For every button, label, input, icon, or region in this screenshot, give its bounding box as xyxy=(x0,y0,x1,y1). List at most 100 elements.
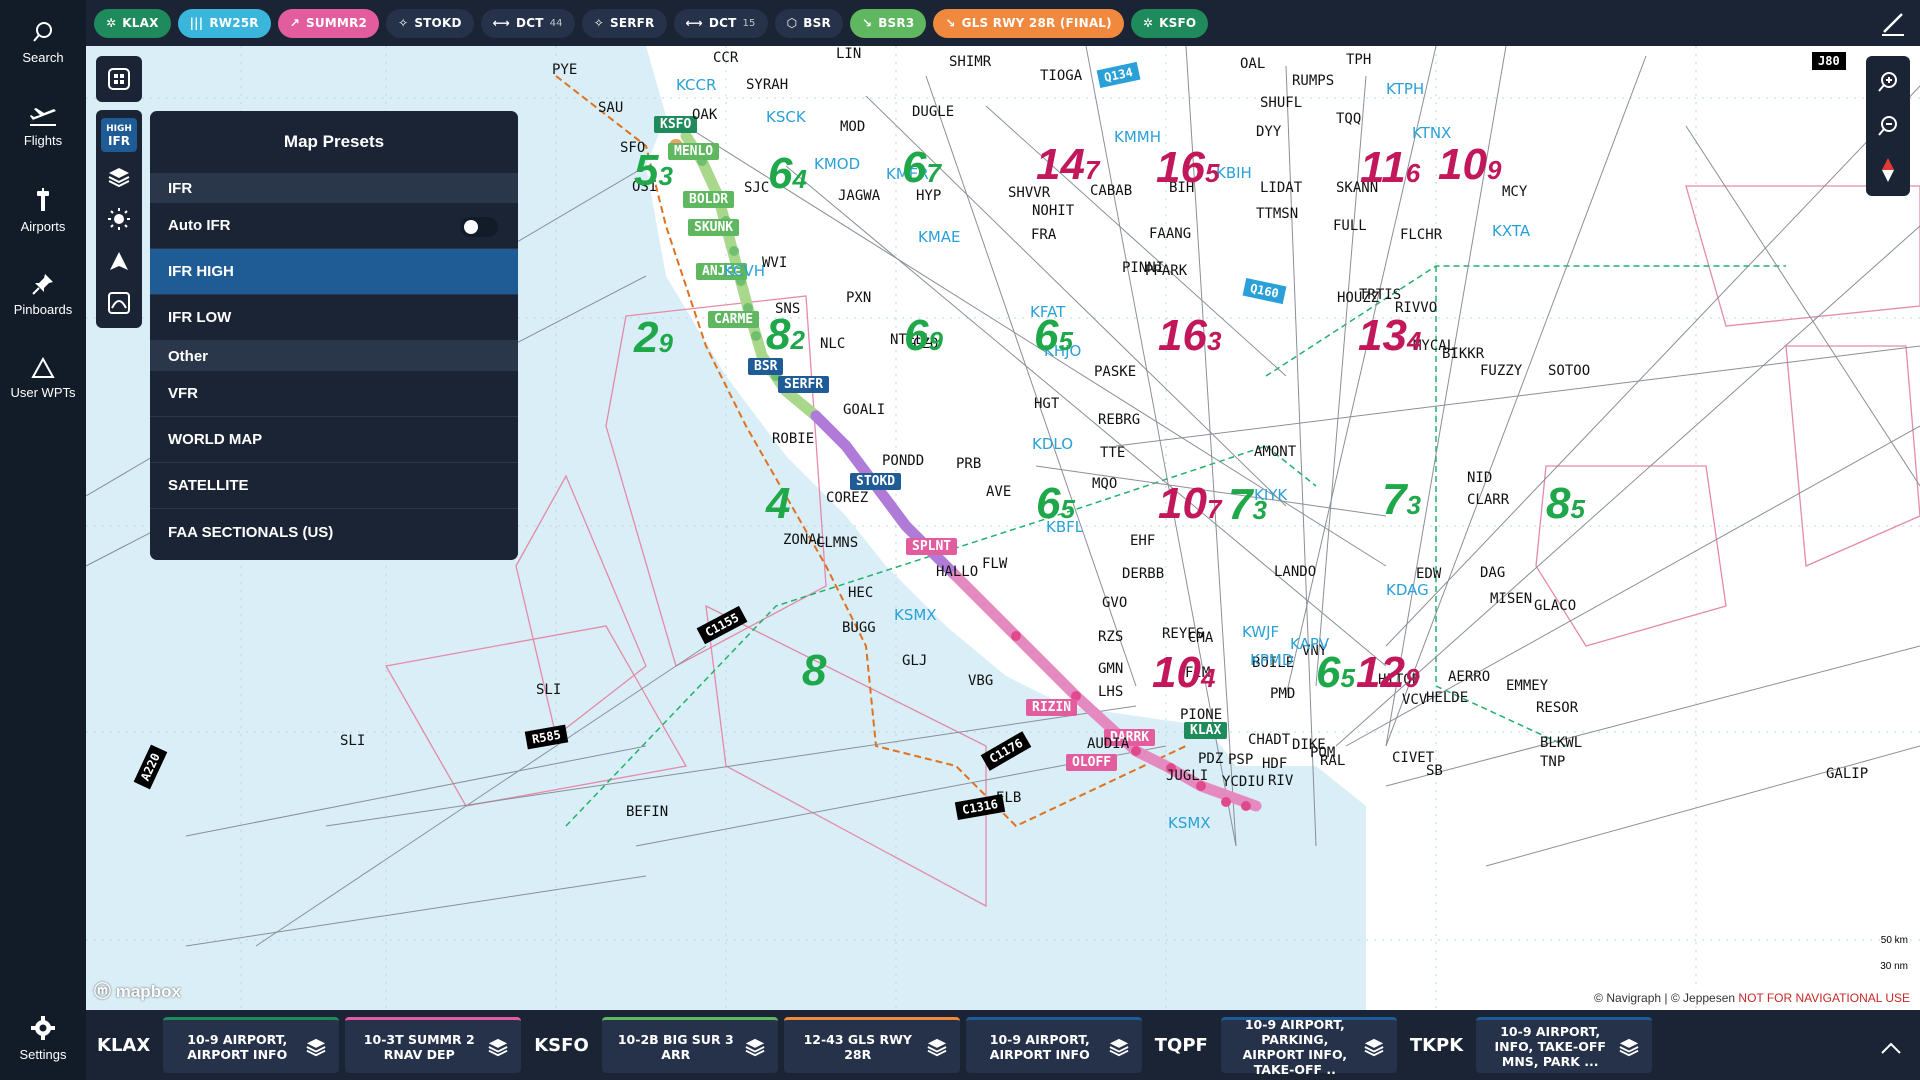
fix-label: DERBB xyxy=(1122,566,1165,582)
chart-card[interactable]: 10-9 AIRPORT, INFO, TAKE-OFF MNS, PARK .… xyxy=(1476,1017,1653,1073)
fix-label: LHS xyxy=(1098,684,1124,700)
preset-faa-sectionals[interactable]: FAA SECTIONALS (US) xyxy=(150,509,518,555)
route-chip[interactable]: ⟷ DCT 15 xyxy=(673,8,768,38)
fix-label: PASKE xyxy=(1094,364,1137,380)
preset-world-map[interactable]: WORLD MAP xyxy=(150,417,518,463)
mef-value: 163 xyxy=(1158,314,1221,363)
route-chip[interactable]: ✲ KSFO xyxy=(1130,8,1209,38)
route-line-button[interactable] xyxy=(96,282,142,324)
chart-card[interactable]: 10-3T SUMMR 2 RNAV DEP xyxy=(345,1017,522,1073)
chart-card[interactable]: 10-2B BIG SUR 3 ARR xyxy=(601,1017,778,1073)
layers-icon[interactable] xyxy=(1616,1034,1642,1060)
airport-label: KMAE xyxy=(918,228,961,246)
fix-label: PDZ xyxy=(1198,751,1224,767)
airport-label: KDAG xyxy=(1386,581,1429,599)
mef-hundreds: 3 xyxy=(1406,490,1421,520)
auto-ifr-toggle[interactable] xyxy=(460,217,498,237)
vor-icon: ⬡ xyxy=(786,16,798,30)
mef-thousands: 6 xyxy=(904,311,929,360)
map-widgets-button[interactable] xyxy=(96,56,142,102)
fix-label: WVI xyxy=(762,255,788,271)
settings-button[interactable]: Settings xyxy=(0,996,86,1080)
route-chip[interactable]: ⟷ DCT 44 xyxy=(480,8,575,38)
route-chip[interactable]: ✲ KLAX xyxy=(94,8,171,38)
chart-airport-code[interactable]: KLAX xyxy=(90,1035,157,1056)
direct-icon: ⟷ xyxy=(685,16,703,30)
preset-vfr[interactable]: VFR xyxy=(150,371,518,417)
chart-card[interactable]: 12-43 GLS RWY 28R xyxy=(783,1017,960,1073)
mef-value: 65 xyxy=(1036,482,1075,531)
chart-airport-code[interactable]: TKPK xyxy=(1403,1035,1470,1056)
fix-label: FLCHR xyxy=(1400,227,1443,243)
layers-icon[interactable] xyxy=(485,1034,511,1060)
orientation-button[interactable] xyxy=(96,240,142,282)
layers-icon[interactable] xyxy=(924,1034,950,1060)
route-waypoint-tag: SKUNK xyxy=(688,219,740,236)
route-chip[interactable]: ||| RW25R xyxy=(177,8,271,38)
route-chip[interactable]: ✧ STOKD xyxy=(386,8,474,38)
brightness-button[interactable] xyxy=(96,198,142,240)
chart-card[interactable]: 10-9 AIRPORT, AIRPORT INFO xyxy=(163,1017,340,1073)
route-chip[interactable]: ⬡ BSR xyxy=(774,8,843,38)
chart-card[interactable]: 10-9 AIRPORT, PARKING, AIRPORT INFO, TAK… xyxy=(1220,1017,1397,1077)
layers-icon[interactable] xyxy=(1361,1034,1387,1060)
chart-airport-code[interactable]: TQPF xyxy=(1148,1035,1215,1056)
mef-hundreds: 3 xyxy=(1252,495,1267,525)
attribution-jeppesen: | © Jeppesen xyxy=(1664,991,1736,1005)
compass-button[interactable] xyxy=(1866,148,1910,192)
fix-label: MQO xyxy=(1092,476,1118,492)
mapbox-logo: ⓜ mapbox xyxy=(94,982,181,1001)
fix-label: COREZ xyxy=(826,490,869,506)
preset-ifr-high[interactable]: IFR HIGH xyxy=(150,249,518,295)
preset-auto-ifr[interactable]: Auto IFR xyxy=(150,203,518,249)
chart-card-title: 10-9 AIRPORT, AIRPORT INFO xyxy=(187,1031,288,1062)
chevron-up-icon[interactable] xyxy=(1880,1040,1902,1056)
airport-label: KPMD xyxy=(1250,651,1294,669)
route-waypoint-tag: KLAX xyxy=(1184,722,1228,739)
layers-icon[interactable] xyxy=(1106,1034,1132,1060)
fix-label: TTMSN xyxy=(1256,206,1299,222)
airport-label: KMOD xyxy=(814,155,861,173)
route-chip[interactable]: ↘ BSR3 xyxy=(849,8,927,38)
route-chip[interactable]: ↗ SUMMR2 xyxy=(277,8,380,38)
zoom-out-button[interactable] xyxy=(1866,104,1910,148)
fix-label: DYY xyxy=(1256,124,1282,140)
sidebar-item-pinboards[interactable]: Pinboards xyxy=(0,252,86,336)
mef-value: 53 xyxy=(634,149,673,198)
fix-label: HELDE xyxy=(1426,690,1469,706)
edit-route-icon[interactable] xyxy=(1880,10,1906,36)
chart-card-title: 10-2B BIG SUR 3 ARR xyxy=(617,1031,734,1062)
sidebar-item-flights[interactable]: Flights xyxy=(0,84,86,168)
route-chip-label: BSR3 xyxy=(878,16,915,30)
route-chip-label: SUMMR2 xyxy=(306,16,368,30)
chart-card[interactable]: 10-9 AIRPORT, AIRPORT INFO xyxy=(965,1017,1142,1073)
chart-tabs-bar: KLAX 10-9 AIRPORT, AIRPORT INFO 10-3T SUMM… xyxy=(86,1010,1920,1080)
fix-label: TTE xyxy=(1100,445,1126,461)
fix-label: TQQ xyxy=(1336,111,1362,127)
chart-type-button[interactable]: HIGH IFR xyxy=(96,114,142,156)
zoom-in-button[interactable] xyxy=(1866,60,1910,104)
mef-thousands: 6 xyxy=(1034,311,1059,360)
chart-card-title: 10-3T SUMMR 2 RNAV DEP xyxy=(363,1031,475,1062)
layers-icon[interactable] xyxy=(303,1034,329,1060)
sidebar-item-user-wpts[interactable]: User WPTs xyxy=(0,336,86,420)
preset-satellite[interactable]: SATELLITE xyxy=(150,463,518,509)
route-chip[interactable]: ✧ SERFR xyxy=(581,8,667,38)
route-chip[interactable]: ↘ GLS RWY 28R (FINAL) xyxy=(933,8,1124,38)
sidebar-item-search[interactable]: Search xyxy=(0,0,86,84)
layers-icon[interactable] xyxy=(742,1034,768,1060)
fix-label: SYRAH xyxy=(746,77,789,93)
fix-label: PMD xyxy=(1270,686,1296,702)
zoom-out-icon xyxy=(1878,116,1897,136)
sidebar-item-label: Flights xyxy=(23,132,63,148)
airport-label: KWJF xyxy=(1242,623,1280,641)
fix-label: SHUFL xyxy=(1260,95,1303,111)
sidebar-item-airports[interactable]: Airports xyxy=(0,168,86,252)
fix-label: OAL xyxy=(1240,56,1266,72)
fix-label: SLI xyxy=(536,682,562,698)
fix-label: MOD xyxy=(840,119,866,135)
layers-button[interactable] xyxy=(96,156,142,198)
fix-label: AVE xyxy=(986,484,1012,500)
chart-airport-code[interactable]: KSFO xyxy=(527,1035,596,1056)
preset-ifr-low[interactable]: IFR LOW xyxy=(150,295,518,341)
